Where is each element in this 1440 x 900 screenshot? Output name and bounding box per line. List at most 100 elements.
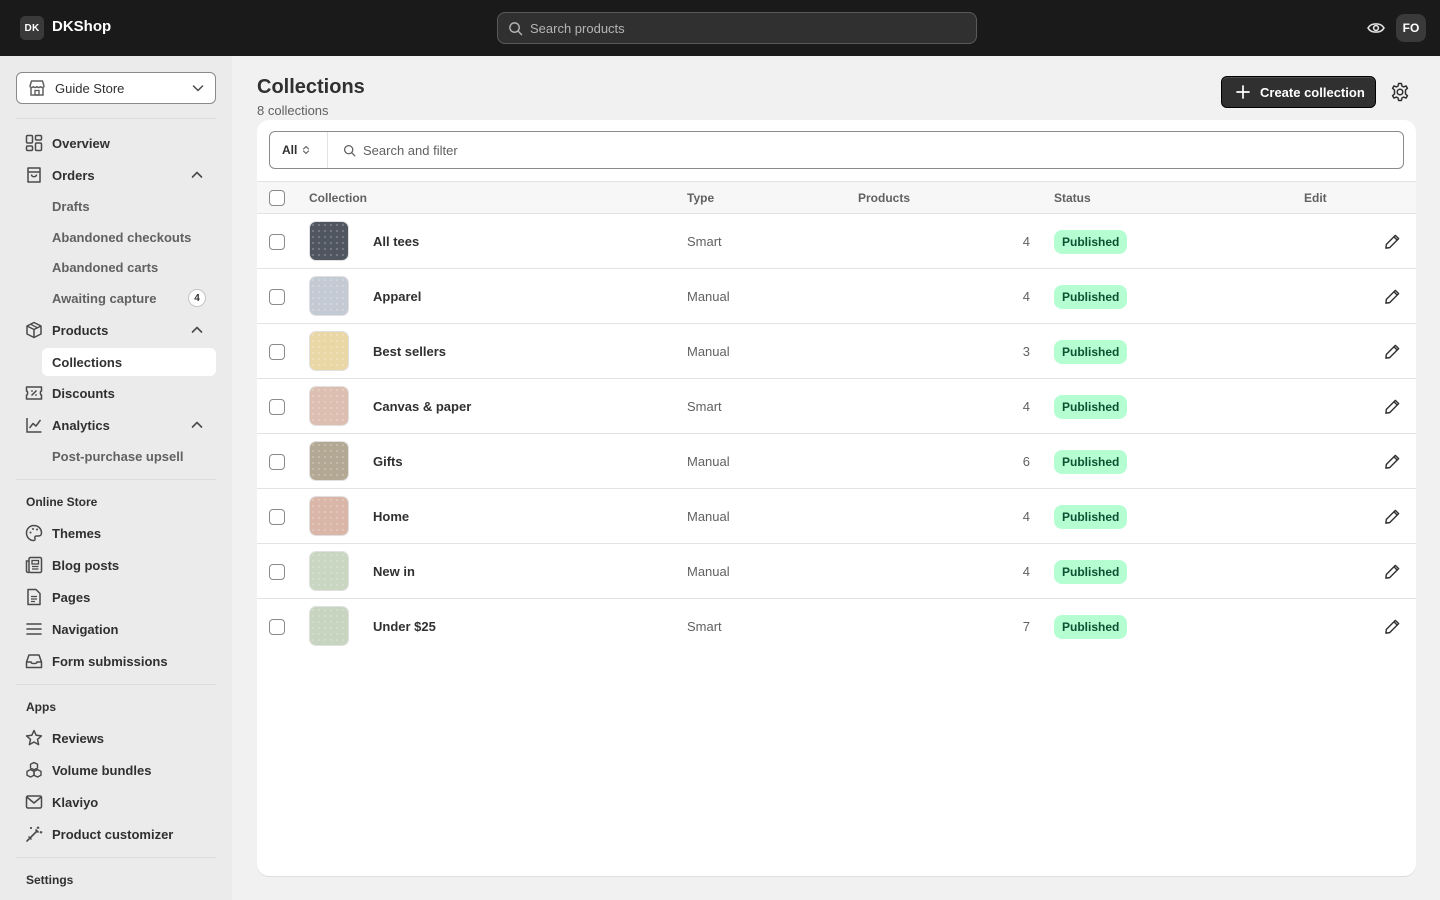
search-filter-input[interactable]: Search and filter	[328, 143, 458, 158]
nav-label: Product customizer	[52, 826, 174, 842]
plus-icon	[1236, 85, 1250, 99]
edit-button[interactable]	[1382, 286, 1402, 306]
collection-type: Manual	[687, 564, 730, 579]
column-header-type[interactable]: Type	[687, 191, 714, 205]
create-collection-button[interactable]: Create collection	[1221, 76, 1376, 108]
table-row[interactable]: Best sellers Manual 3 Published	[257, 324, 1416, 379]
edit-button[interactable]	[1382, 341, 1402, 361]
collection-name[interactable]: All tees	[373, 234, 419, 249]
edit-button[interactable]	[1382, 506, 1402, 526]
column-header-products[interactable]: Products	[858, 191, 910, 205]
section-title-apps[interactable]: Apps	[26, 700, 56, 714]
row-checkbox[interactable]	[269, 234, 285, 250]
nav-blog-posts[interactable]: Blog posts	[16, 551, 216, 579]
collection-thumbnail	[309, 441, 349, 481]
nav-products[interactable]: Products	[16, 316, 216, 344]
nav-analytics[interactable]: Analytics	[16, 411, 216, 439]
nav-awaiting-capture[interactable]: Awaiting capture 4	[42, 284, 216, 312]
collection-name[interactable]: Gifts	[373, 454, 403, 469]
row-checkbox[interactable]	[269, 289, 285, 305]
chevron-up-icon[interactable]	[190, 323, 204, 337]
chevron-up-icon[interactable]	[190, 168, 204, 182]
eye-icon[interactable]	[1366, 19, 1386, 37]
nav-abandoned-carts[interactable]: Abandoned carts	[42, 253, 216, 281]
table-row[interactable]: Apparel Manual 4 Published	[257, 269, 1416, 324]
section-title-settings[interactable]: Settings	[26, 873, 73, 887]
thumbnail-image	[310, 552, 348, 590]
view-selector[interactable]: All	[270, 132, 328, 168]
row-checkbox[interactable]	[269, 619, 285, 635]
edit-button[interactable]	[1382, 396, 1402, 416]
create-collection-label: Create collection	[1260, 84, 1365, 100]
thumbnail-image	[310, 277, 348, 315]
nav-navigation[interactable]: Navigation	[16, 615, 216, 643]
edit-button[interactable]	[1382, 231, 1402, 251]
user-avatar[interactable]: FO	[1396, 14, 1426, 42]
collections-card: All Search and filter Collection Type Pr…	[257, 120, 1416, 876]
row-checkbox[interactable]	[269, 399, 285, 415]
nav-post-purchase-upsell[interactable]: Post-purchase upsell	[42, 442, 216, 470]
row-checkbox[interactable]	[269, 344, 285, 360]
nav-form-submissions[interactable]: Form submissions	[16, 647, 216, 675]
search-icon	[343, 144, 356, 156]
nav-klaviyo[interactable]: Klaviyo	[16, 788, 216, 816]
table-row[interactable]: All tees Smart 4 Published	[257, 214, 1416, 269]
row-checkbox[interactable]	[269, 454, 285, 470]
column-header-collection[interactable]: Collection	[309, 191, 367, 205]
table-row[interactable]: New in Manual 4 Published	[257, 544, 1416, 599]
collection-name[interactable]: Under $25	[373, 619, 436, 634]
nav-overview[interactable]: Overview	[16, 129, 216, 157]
product-count: 6	[1022, 454, 1030, 469]
pencil-icon	[1384, 344, 1399, 359]
collection-type: Smart	[687, 234, 722, 249]
nav-orders[interactable]: Orders	[16, 161, 216, 189]
collection-name[interactable]: New in	[373, 564, 415, 579]
thumbnail-image	[310, 607, 348, 645]
chevron-up-icon[interactable]	[190, 418, 204, 432]
nav-pages[interactable]: Pages	[16, 583, 216, 611]
table-row[interactable]: Canvas & paper Smart 4 Published	[257, 379, 1416, 434]
collection-thumbnail	[309, 331, 349, 371]
edit-button[interactable]	[1382, 451, 1402, 471]
shop-logo[interactable]: DK	[20, 16, 44, 40]
collection-name[interactable]: Apparel	[373, 289, 421, 304]
nav-product-customizer[interactable]: Product customizer	[16, 820, 216, 848]
section-title-online-store[interactable]: Online Store	[26, 495, 97, 509]
nav-reviews[interactable]: Reviews	[16, 724, 216, 752]
nav-label: Analytics	[52, 417, 110, 433]
column-header-status[interactable]: Status	[1054, 191, 1091, 205]
collection-name[interactable]: Canvas & paper	[373, 399, 471, 414]
row-checkbox[interactable]	[269, 509, 285, 525]
table-row[interactable]: Under $25 Smart 7 Published	[257, 599, 1416, 654]
status-badge: Published	[1054, 450, 1128, 474]
blog-icon	[24, 555, 44, 575]
product-search-input[interactable]: Search products	[497, 12, 977, 44]
edit-button[interactable]	[1382, 561, 1402, 581]
collection-name[interactable]: Home	[373, 509, 409, 524]
collection-thumbnail	[309, 386, 349, 426]
nav-collections[interactable]: Collections	[42, 348, 216, 376]
pencil-icon	[1384, 454, 1399, 469]
select-all-checkbox[interactable]	[269, 190, 285, 206]
nav-themes[interactable]: Themes	[16, 519, 216, 547]
edit-button[interactable]	[1382, 616, 1402, 636]
shop-name[interactable]: DKShop	[52, 18, 111, 35]
nav-label: Form submissions	[52, 653, 168, 669]
table-row[interactable]: Gifts Manual 6 Published	[257, 434, 1416, 489]
collection-type: Manual	[687, 454, 730, 469]
store-selector[interactable]: Guide Store	[16, 72, 216, 104]
top-bar: DK DKShop Search products FO	[0, 0, 1440, 56]
pencil-icon	[1384, 564, 1399, 579]
nav-label: Reviews	[52, 730, 105, 746]
collection-name[interactable]: Best sellers	[373, 344, 446, 359]
nav-volume-bundles[interactable]: Volume bundles	[16, 756, 216, 784]
collection-type: Smart	[687, 619, 722, 634]
nav-drafts[interactable]: Drafts	[42, 192, 216, 220]
table-header: Collection Type Products Status Edit	[257, 181, 1416, 214]
nav-abandoned-checkouts[interactable]: Abandoned checkouts	[42, 223, 216, 251]
star-icon	[24, 728, 44, 748]
row-checkbox[interactable]	[269, 564, 285, 580]
settings-button[interactable]	[1389, 81, 1411, 103]
nav-discounts[interactable]: Discounts	[16, 379, 216, 407]
table-row[interactable]: Home Manual 4 Published	[257, 489, 1416, 544]
